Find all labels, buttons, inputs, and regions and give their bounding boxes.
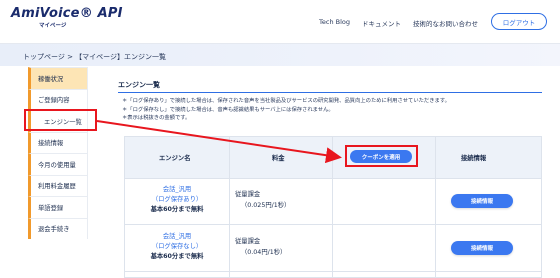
annotation-arrow xyxy=(96,120,342,164)
arrow-line xyxy=(96,120,342,164)
